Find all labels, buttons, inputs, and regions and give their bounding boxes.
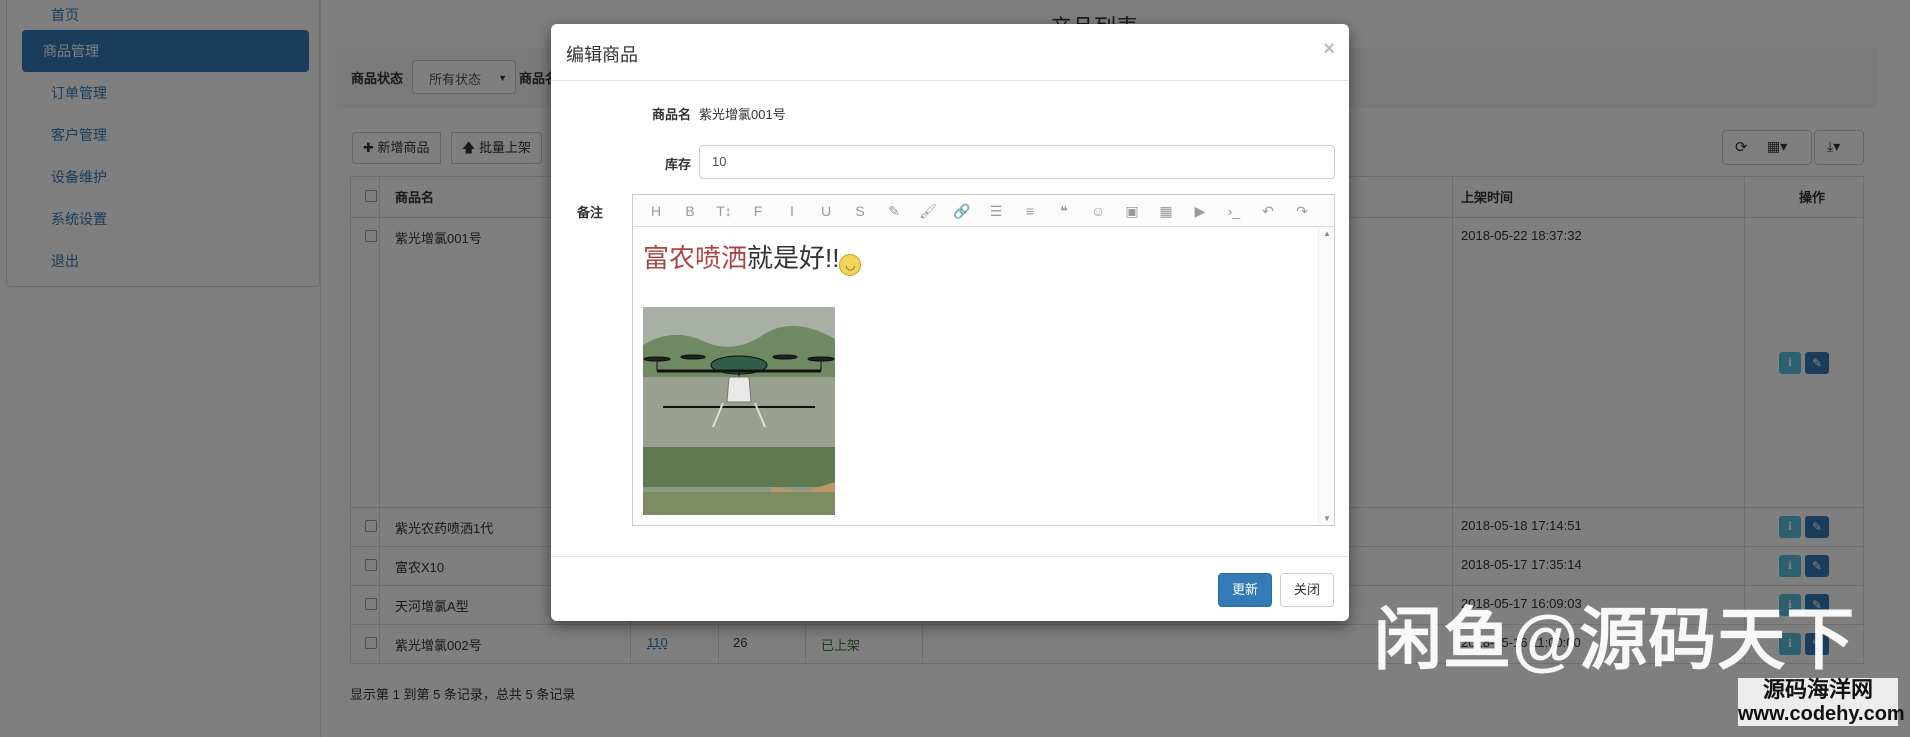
bold-icon[interactable]: B xyxy=(673,199,707,223)
brush-icon[interactable]: 🖌 xyxy=(911,199,945,223)
stock-input[interactable]: 10 xyxy=(699,145,1335,179)
strikethrough-icon[interactable]: S xyxy=(843,199,877,223)
align-icon[interactable]: ≡ xyxy=(1013,199,1047,223)
video-icon[interactable]: ▶ xyxy=(1183,199,1217,223)
scroll-up-icon[interactable]: ▲ xyxy=(1323,229,1331,238)
rich-text-editor: H B T↕ F I U S ✎ 🖌 🔗 ☰ ≡ ❝ ☺ ▣ ▦ ▶ ›_ ↶ ↷ 富农喷洒就是好!! ◡ xyxy=(632,194,1335,526)
font-icon[interactable]: F xyxy=(741,199,775,223)
redo-icon[interactable]: ↷ xyxy=(1285,199,1319,223)
stock-field-label: 库存 xyxy=(664,157,691,172)
quote-icon[interactable]: ❝ xyxy=(1047,199,1081,223)
site-url: www.codehy.com xyxy=(1738,703,1905,725)
modal-title: 编辑商品 xyxy=(566,45,638,65)
modal-footer: 更新 关闭 xyxy=(551,556,1349,621)
editor-toolbar: H B T↕ F I U S ✎ 🖌 🔗 ☰ ≡ ❝ ☺ ▣ ▦ ▶ ›_ ↶ ↷ xyxy=(633,195,1334,227)
bullet-list-icon[interactable]: ☰ xyxy=(979,199,1013,223)
italic-icon[interactable]: I xyxy=(775,199,809,223)
close-button[interactable]: 关闭 xyxy=(1280,573,1334,607)
name-field-label: 商品名 xyxy=(651,107,691,122)
link-icon[interactable]: 🔗 xyxy=(945,199,979,223)
editor-scrollbar[interactable]: ▲ ▼ xyxy=(1318,227,1334,525)
close-icon[interactable]: × xyxy=(1323,38,1335,61)
underline-icon[interactable]: U xyxy=(809,199,843,223)
edit-product-modal: 编辑商品 × 商品名 紫光增氯001号 库存 10 备注 H B T↕ F I U S ✎ 🖌 🔗… xyxy=(551,24,1349,621)
watermark-text: 闲鱼@源码天下 xyxy=(1374,602,1856,678)
text-size-icon[interactable]: T↕ xyxy=(707,199,741,223)
scroll-down-icon[interactable]: ▼ xyxy=(1323,514,1331,523)
highlight-icon[interactable]: ✎ xyxy=(877,199,911,223)
drone-image xyxy=(643,307,835,515)
update-button[interactable]: 更新 xyxy=(1218,573,1272,607)
modal-header: 编辑商品 × xyxy=(551,24,1349,81)
smile-emoji-icon: ◡ xyxy=(839,254,862,276)
note-field-label: 备注 xyxy=(576,205,603,220)
editor-content[interactable]: 富农喷洒就是好!! ◡ xyxy=(633,227,1318,525)
name-field-value: 紫光增氯001号 xyxy=(699,107,786,122)
site-watermark: 源码海洋网 www.codehy.com xyxy=(1738,677,1905,726)
undo-icon[interactable]: ↶ xyxy=(1251,199,1285,223)
editor-text-red: 富农喷洒 xyxy=(643,243,748,273)
drone-photo-icon xyxy=(643,307,835,515)
editor-text-line: 富农喷洒就是好!! ◡ xyxy=(643,241,1308,276)
site-name: 源码海洋网 xyxy=(1762,677,1873,702)
image-icon[interactable]: ▣ xyxy=(1115,199,1149,223)
heading-icon[interactable]: H xyxy=(639,199,673,223)
editor-text-black: 就是好!! xyxy=(747,243,840,273)
emoji-icon[interactable]: ☺ xyxy=(1081,199,1115,223)
code-icon[interactable]: ›_ xyxy=(1217,199,1251,223)
table-icon[interactable]: ▦ xyxy=(1149,199,1183,223)
